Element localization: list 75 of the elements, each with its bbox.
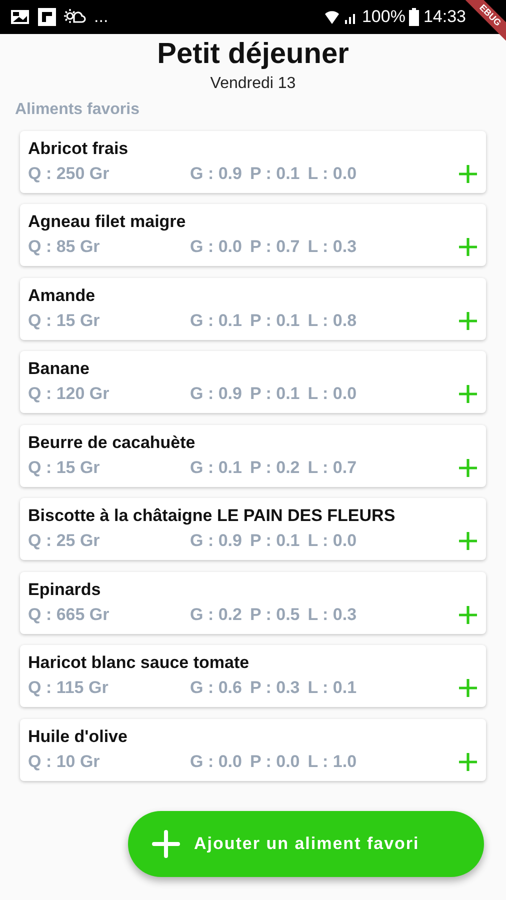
add-icon[interactable] (458, 237, 478, 258)
app-icon (38, 8, 56, 26)
wifi-icon (324, 9, 340, 25)
add-icon[interactable] (458, 310, 478, 331)
quantity-text: Q : 15 Gr (28, 310, 100, 330)
quantity-text: Q : 120 Gr (28, 384, 110, 404)
add-icon[interactable] (458, 458, 478, 478)
macro-text: G : 0.2 (190, 604, 242, 626)
battery-icon (409, 8, 420, 26)
macro-text: G : 0.9 (190, 162, 242, 185)
quantity-text: Q : 10 Gr (28, 752, 100, 771)
macro-text: G : 0.0 (190, 236, 242, 258)
plus-icon (152, 830, 180, 858)
macro-text: G : 0.1 (190, 310, 242, 332)
food-card[interactable]: Agneau filet maigre Q : 85 Gr G : 0.0 P : 0.7 L : 0.3 (20, 204, 486, 266)
macro-text: L : 0.0 (308, 530, 357, 552)
macro-text: L : 0.8 (308, 310, 357, 332)
macro-text: P : 0.2 (250, 456, 300, 479)
food-card[interactable]: Huile d'olive Q : 10 Gr G : 0.0 P : 0.0 L : 1.0 (20, 718, 486, 781)
add-icon[interactable] (458, 604, 478, 625)
macro-text: L : 0.3 (308, 604, 357, 626)
macro-text: L : 1.0 (308, 750, 357, 773)
add-icon[interactable] (458, 531, 478, 552)
macro-text: P : 0.7 (250, 236, 300, 258)
add-icon[interactable] (458, 384, 478, 404)
food-name: Beurre de cacahuète (28, 432, 196, 454)
macro-text: G : 0.0 (190, 750, 242, 773)
food-card[interactable]: Biscotte à la châtaigne LE PAIN DES FLEURS Q : 25 Gr G : 0.9 P : 0.1 L : 0.0 (20, 498, 486, 560)
food-card[interactable]: Abricot frais Q : 250 Gr G : 0.9 P : 0.1 L : 0.0 (20, 130, 486, 193)
macro-text: G : 0.9 (190, 530, 242, 552)
food-card[interactable]: Banane Q : 120 Gr G : 0.9 P : 0.1 L : 0.0 (20, 351, 486, 414)
macro-text: P : 0.1 (250, 530, 300, 552)
macro-text: L : 0.0 (308, 383, 357, 406)
food-name: Abricot frais (28, 138, 128, 160)
quantity-text: Q : 665 Gr (28, 604, 110, 624)
macro-text: P : 0.1 (250, 310, 300, 332)
macro-text: P : 0.5 (250, 604, 300, 626)
macro-text: P : 0.0 (250, 750, 300, 773)
macro-text: P : 0.1 (250, 162, 300, 185)
macro-text: L : 0.3 (308, 236, 357, 258)
food-name: Haricot blanc sauce tomate (28, 652, 250, 674)
page-title: Petit déjeuner (157, 37, 349, 72)
food-name: Agneau filet maigre (28, 211, 186, 234)
food-card[interactable]: Haricot blanc sauce tomate Q : 115 Gr G : 0.6 P : 0.3 L : 0.1 (20, 645, 486, 708)
battery-level: 100% (362, 6, 406, 28)
quantity-text: Q : 115 Gr (28, 678, 108, 698)
macro-text: G : 0.9 (190, 383, 242, 406)
macro-text: G : 0.1 (190, 456, 242, 479)
food-card[interactable]: Epinards Q : 665 Gr G : 0.2 P : 0.5 L : 0.3 (20, 572, 486, 634)
food-name: Amande (28, 284, 96, 307)
clock: 14:33 (423, 6, 466, 28)
food-name: Huile d'olive (28, 726, 128, 748)
macro-text: L : 0.0 (308, 162, 357, 185)
macro-text: P : 0.1 (250, 383, 300, 406)
food-card[interactable]: Amande Q : 15 Gr G : 0.1 P : 0.1 L : 0.8 (20, 278, 486, 340)
macro-text: G : 0.6 (190, 677, 242, 700)
section-heading: Aliments favoris (15, 100, 140, 120)
quantity-text: Q : 15 Gr (28, 458, 100, 477)
macro-text: P : 0.3 (250, 677, 300, 700)
quantity-text: Q : 85 Gr (28, 237, 100, 256)
quantity-text: Q : 25 Gr (28, 531, 100, 550)
image-icon (10, 9, 30, 25)
add-icon[interactable] (458, 678, 478, 698)
food-name: Banane (28, 358, 90, 380)
quantity-text: Q : 250 Gr (28, 164, 110, 183)
macro-text: L : 0.7 (308, 456, 357, 479)
notification-overflow: ... (94, 6, 108, 28)
food-name: Biscotte à la châtaigne LE PAIN DES FLEURS (28, 505, 396, 528)
food-card[interactable]: Beurre de cacahuète Q : 15 Gr G : 0.1 P : 0.2 L : 0.7 (20, 424, 486, 487)
date-subtitle: Vendredi 13 (210, 74, 296, 92)
weather-icon (64, 8, 86, 26)
food-name: Epinards (28, 578, 101, 601)
macro-text: L : 0.1 (308, 677, 357, 700)
add-icon[interactable] (458, 752, 478, 772)
add-icon[interactable] (458, 164, 478, 184)
